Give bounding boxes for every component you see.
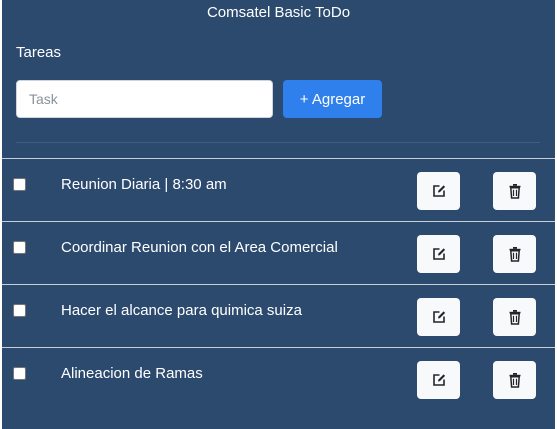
trash-icon — [509, 184, 520, 199]
delete-task-button[interactable] — [493, 361, 536, 399]
task-checkbox[interactable] — [13, 178, 26, 191]
task-checkbox[interactable] — [13, 304, 26, 317]
task-text: Alineacion de Ramas — [61, 365, 203, 382]
edit-pencil-icon — [432, 248, 445, 260]
task-row: Coordinar Reunion con el Area Comercial — [2, 221, 555, 284]
edit-task-button[interactable] — [417, 172, 460, 210]
edit-pencil-icon — [432, 185, 445, 197]
task-text: Coordinar Reunion con el Area Comercial — [61, 239, 338, 256]
edit-task-button[interactable] — [417, 235, 460, 273]
trash-icon — [509, 310, 520, 325]
task-row: Hacer el alcance para quimica suiza — [2, 284, 555, 347]
task-list: Reunion Diaria | 8:30 am Coordinar Reuni… — [2, 158, 555, 410]
todo-app: Comsatel Basic ToDo Tareas + Agregar Reu… — [2, 0, 555, 429]
delete-task-button[interactable] — [493, 298, 536, 336]
task-input[interactable] — [16, 80, 273, 118]
trash-icon — [509, 373, 520, 388]
trash-icon — [509, 247, 520, 262]
task-checkbox[interactable] — [13, 367, 26, 380]
edit-pencil-icon — [432, 374, 445, 386]
task-text: Hacer el alcance para quimica suiza — [61, 302, 302, 319]
add-task-button[interactable]: + Agregar — [283, 80, 382, 118]
edit-pencil-icon — [432, 311, 445, 323]
task-row: Alineacion de Ramas — [2, 347, 555, 410]
header-divider — [16, 142, 540, 143]
edit-task-button[interactable] — [417, 361, 460, 399]
delete-task-button[interactable] — [493, 235, 536, 273]
task-text: Reunion Diaria | 8:30 am — [61, 176, 227, 193]
task-row: Reunion Diaria | 8:30 am — [2, 158, 555, 221]
edit-task-button[interactable] — [417, 298, 460, 336]
app-title: Comsatel Basic ToDo — [206, 4, 351, 21]
task-checkbox[interactable] — [13, 241, 26, 254]
delete-task-button[interactable] — [493, 172, 536, 210]
section-label: Tareas — [16, 44, 62, 61]
